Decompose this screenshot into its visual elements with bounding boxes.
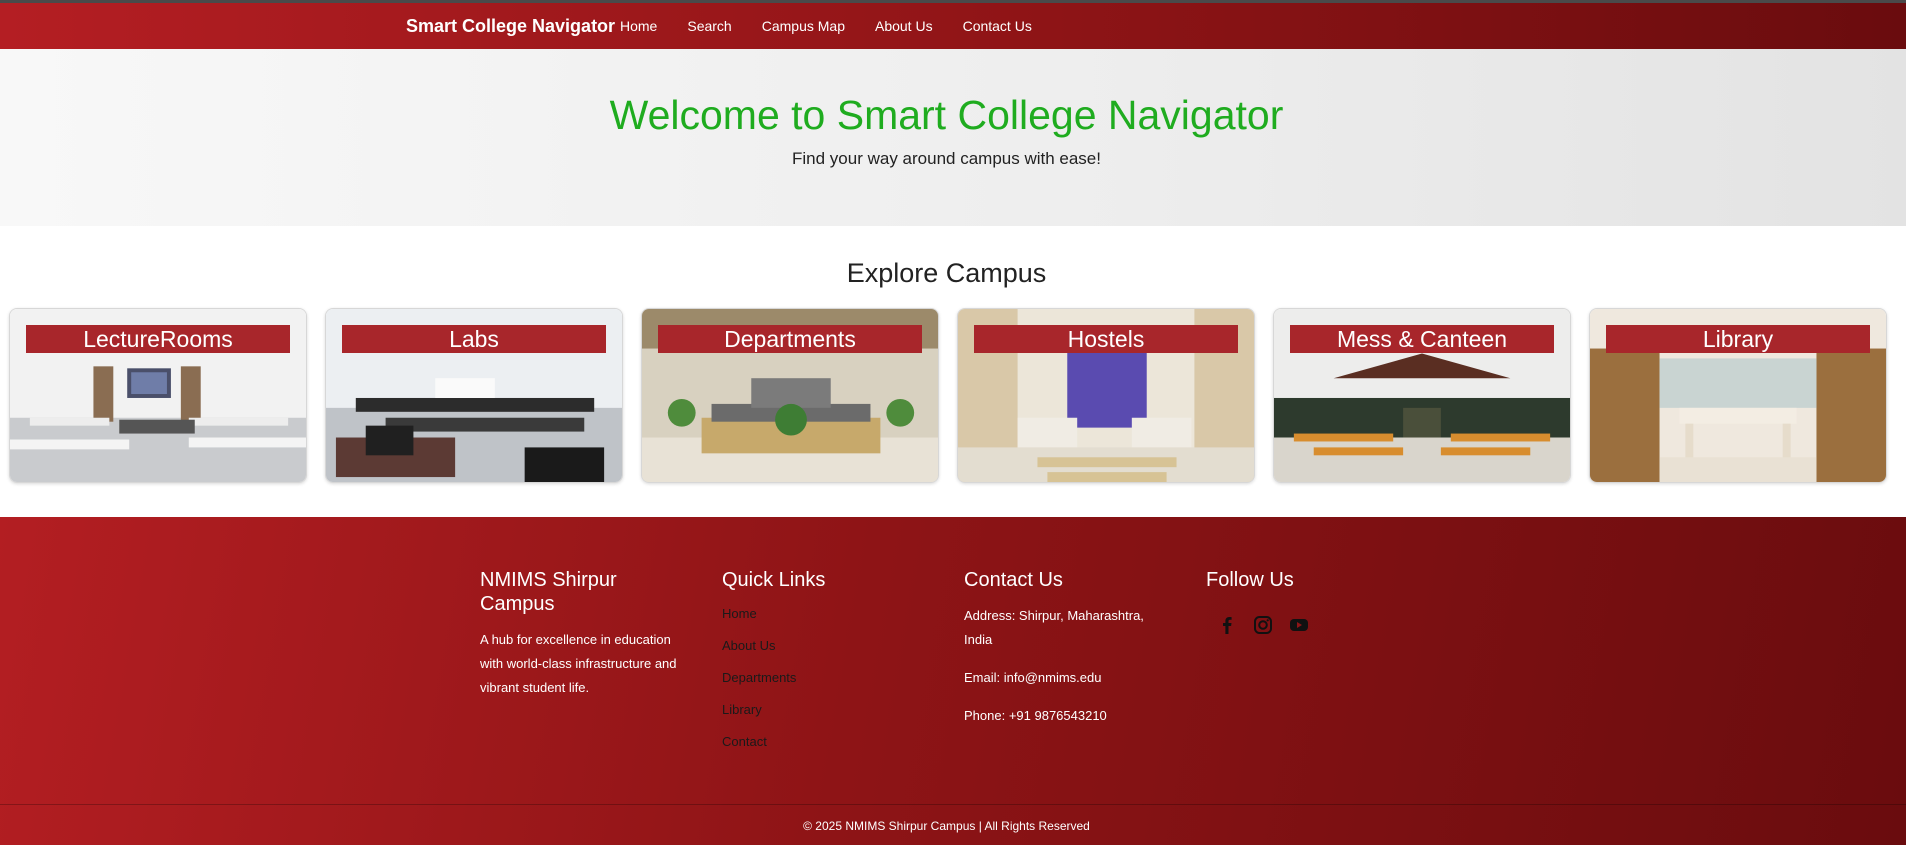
footer-about-column: NMIMS Shirpur Campus A hub for excellenc…	[480, 568, 690, 700]
card-departments[interactable]: Departments	[641, 308, 939, 483]
card-labs[interactable]: Labs	[325, 308, 623, 483]
footer-contact-title: Contact Us	[964, 569, 1063, 591]
footer-link-departments[interactable]: Departments	[722, 662, 922, 694]
card-label: Hostels	[974, 325, 1238, 353]
nav-search-link[interactable]: Search	[687, 18, 731, 34]
top-navbar: Smart College Navigator Home Search Camp…	[0, 0, 1906, 49]
nav-contact-us-link[interactable]: Contact Us	[963, 18, 1032, 34]
footer-link-about-us[interactable]: About Us	[722, 630, 922, 662]
facebook-icon[interactable]	[1214, 612, 1240, 638]
instagram-icon[interactable]	[1250, 612, 1276, 638]
card-library[interactable]: Library	[1589, 308, 1887, 483]
footer-link-contact[interactable]: Contact	[722, 726, 922, 758]
card-label: Departments	[658, 325, 922, 353]
footer-about-text: A hub for excellence in education with w…	[480, 632, 677, 695]
card-label: Mess & Canteen	[1290, 325, 1554, 353]
brand-logo-text[interactable]: Smart College Navigator	[406, 16, 615, 37]
hero-subtitle: Find your way around campus with ease!	[792, 149, 1101, 168]
footer-copyright: © 2025 NMIMS Shirpur Campus | All Rights…	[803, 819, 1090, 833]
hero-section: Welcome to Smart College Navigator Find …	[0, 49, 1906, 226]
nav-campus-map-link[interactable]: Campus Map	[762, 18, 845, 34]
footer-contact-column: Contact Us Address: Shirpur, Maharashtra…	[964, 568, 1164, 728]
card-mess-canteen[interactable]: Mess & Canteen	[1273, 308, 1571, 483]
youtube-icon[interactable]	[1286, 612, 1312, 638]
footer-quick-links-title: Quick Links	[722, 569, 826, 591]
footer-follow-column: Follow Us	[1206, 568, 1406, 638]
card-label: Labs	[342, 325, 606, 353]
site-footer: NMIMS Shirpur Campus A hub for excellenc…	[0, 517, 1906, 845]
card-lecture-rooms[interactable]: LectureRooms	[9, 308, 307, 483]
footer-follow-title: Follow Us	[1206, 569, 1294, 591]
footer-link-home[interactable]: Home	[722, 598, 922, 630]
card-label: Library	[1606, 325, 1870, 353]
footer-divider	[0, 804, 1906, 805]
footer-contact-address: Address: Shirpur, Maharashtra, India	[964, 608, 1144, 647]
nav-about-us-link[interactable]: About Us	[875, 18, 933, 34]
footer-contact-phone: Phone: +91 9876543210	[964, 708, 1107, 723]
footer-link-library[interactable]: Library	[722, 694, 922, 726]
footer-about-title: NMIMS Shirpur Campus	[480, 569, 617, 615]
footer-contact-email: Email: info@nmims.edu	[964, 670, 1102, 685]
card-hostels[interactable]: Hostels	[957, 308, 1255, 483]
footer-quick-links-column: Quick Links Home About Us Departments Li…	[722, 568, 922, 758]
card-label: LectureRooms	[26, 325, 290, 353]
hero-title: Welcome to Smart College Navigator	[609, 92, 1284, 138]
nav-links: Home Search Campus Map About Us Contact …	[620, 18, 1062, 34]
nav-home-link[interactable]: Home	[620, 18, 657, 34]
social-icons	[1214, 612, 1406, 638]
explore-campus-heading: Explore Campus	[846, 258, 1047, 288]
